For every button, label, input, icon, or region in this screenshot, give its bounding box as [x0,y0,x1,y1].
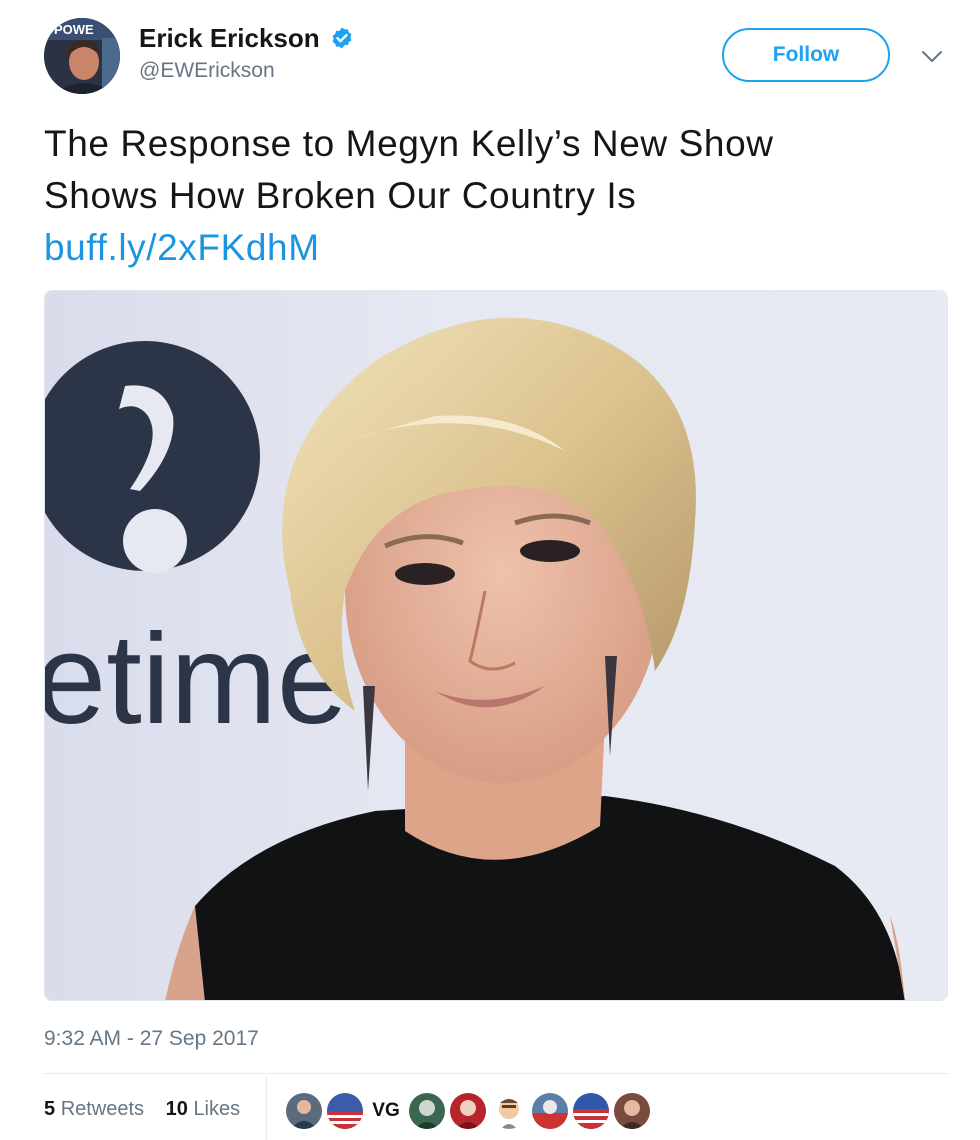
liker-avatar-8[interactable] [573,1093,609,1129]
stats-separator [266,1076,267,1140]
avatar-photo: POWE [44,18,120,94]
avatar-lettering: POWE [54,22,94,37]
tweet-timestamp[interactable]: 9:32 AM - 27 Sep 2017 [44,1027,259,1051]
liker-avatar-9[interactable] [614,1093,650,1129]
tweet-link[interactable]: buff.ly/2xFKdhM [44,222,924,274]
follow-button[interactable]: Follow [722,28,890,82]
tweet-text-line-2: Shows How Broken Our Country Is [44,175,637,216]
likes-label: Likes [193,1098,241,1120]
likes-count: 10 [165,1098,188,1120]
liker-avatars: VG [286,1093,650,1129]
tweet-text-line-1: The Response to Megyn Kelly’s New Show [44,123,774,164]
portrait-photo: etime [45,317,905,1000]
retweets-count: 5 [44,1098,56,1120]
author-avatar[interactable]: POWE [44,18,120,94]
liker-avatar-5[interactable] [450,1093,486,1129]
likes-stat[interactable]: 10 Likes [166,1098,241,1121]
retweets-stat[interactable]: 5 Retweets [44,1098,144,1121]
liker-avatar-7[interactable] [532,1093,568,1129]
tweet-media-photo[interactable]: etime [44,290,948,1001]
author-info: Erick Erickson @EWErickson [139,22,354,84]
author-handle[interactable]: @EWErickson [139,58,354,84]
liker-avatar-6[interactable] [491,1093,527,1129]
tweet-card: POWE Erick Erickson @EWErickson Follow T… [0,0,980,1140]
retweets-label: Retweets [60,1098,145,1120]
author-display-name[interactable]: Erick Erickson [139,22,320,54]
chevron-down-icon[interactable] [918,44,946,68]
liker-avatar-3[interactable]: VG [368,1093,404,1129]
liker-avatar-2[interactable] [327,1093,363,1129]
verified-badge-icon [332,27,352,49]
liker-avatar-4[interactable] [409,1093,445,1129]
tweet-stats: 5 Retweets 10 Likes [44,1098,256,1121]
tweet-text: The Response to Megyn Kelly’s New Show S… [44,118,924,274]
divider [44,1073,948,1074]
liker-avatar-3-monogram: VG [372,1100,400,1121]
liker-avatar-1[interactable] [286,1093,322,1129]
